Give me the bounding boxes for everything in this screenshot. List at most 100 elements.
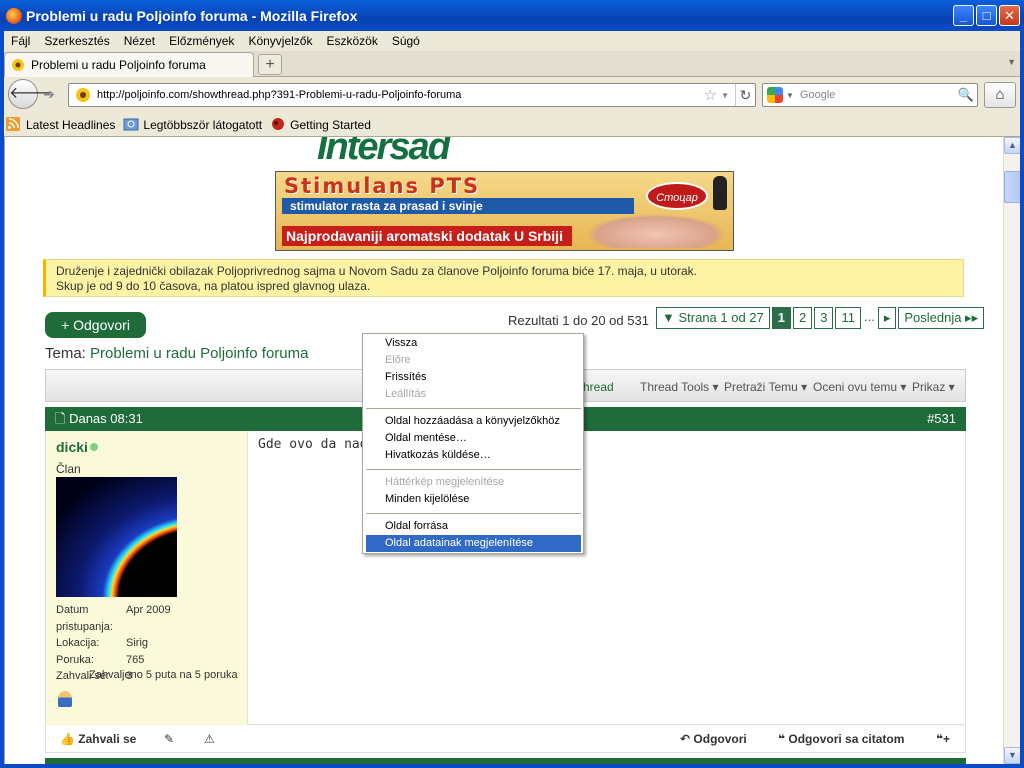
ctx-reload[interactable]: Frissítés	[366, 369, 581, 386]
bookmarks-toolbar: Latest Headlines Legtöbbször látogatott …	[0, 113, 1024, 137]
tab-current[interactable]: Problemi u radu Poljoinfo foruma	[4, 52, 254, 77]
location-value: Sirig	[126, 637, 149, 649]
post-footer: 👍 Zahvali se ✎ ⚠ ↶ Odgovori ❝ Odgovori s…	[45, 725, 966, 753]
bookmark-star-icon[interactable]: ☆	[704, 86, 717, 104]
url-dropdown-icon[interactable]: ▼	[721, 91, 729, 100]
pagination: ▼ Strana 1 od 27 1 2 3 11 ... ▸ Poslednj…	[656, 307, 985, 329]
search-thread-menu[interactable]: Pretraži Temu ▾	[724, 380, 807, 394]
thread-title-link[interactable]: Problemi u radu Poljoinfo foruma	[90, 345, 308, 362]
site-logo[interactable]: Intersad	[317, 137, 537, 169]
search-engine-dropdown-icon[interactable]: ▼	[786, 91, 794, 100]
bookmark-latest-headlines[interactable]: Latest Headlines	[6, 116, 116, 133]
tab-title: Problemi u radu Poljoinfo foruma	[31, 58, 206, 72]
sunflower-icon	[12, 59, 24, 71]
back-button[interactable]: 🡐	[8, 79, 52, 109]
ctx-forward: Előre	[385, 354, 411, 366]
report-warning-icon[interactable]: ⚠	[204, 732, 215, 746]
ctx-bookmark-page[interactable]: Oldal hozzáadása a könyvjelzőkhöz	[366, 413, 581, 430]
next-page-button[interactable]: ▸	[877, 307, 897, 329]
notice-line-2: Skup je od 9 do 10 časova, na platou isp…	[56, 279, 371, 293]
thanked-count: Zahvaljeno 5 puta na 5 poruka	[89, 669, 238, 681]
bookmark-most-visited[interactable]: Legtöbbször látogatott	[123, 117, 262, 133]
scroll-up-icon[interactable]: ▲	[1004, 137, 1021, 154]
page-2[interactable]: 2	[793, 307, 813, 329]
scroll-down-icon[interactable]: ▼	[1004, 747, 1021, 764]
menu-file[interactable]: Fájl	[4, 34, 37, 48]
ctx-select-all[interactable]: Minden kijelölése	[366, 491, 581, 508]
ctx-back[interactable]: Vissza	[366, 335, 581, 352]
home-button[interactable]: ⌂	[984, 82, 1016, 108]
url-bar[interactable]: http://poljoinfo.com/showthread.php?391-…	[68, 83, 756, 107]
firefox-bookmark-icon	[272, 117, 285, 130]
ctx-separator	[366, 408, 581, 409]
reply-quote-button[interactable]: ❝ Odgovori sa citatom	[778, 732, 904, 746]
post-number[interactable]: #531	[927, 407, 956, 431]
post-text: Gde ovo da nadj	[258, 437, 376, 452]
tab-list-icon[interactable]: ▼	[1007, 57, 1016, 67]
bookmark-getting-started[interactable]: Getting Started	[270, 117, 371, 133]
menu-bar: Fájl Szerkesztés Nézet Előzmények Könyvj…	[0, 31, 1024, 51]
title-bar[interactable]: Problemi u radu Poljoinfo foruma - Mozil…	[0, 0, 1024, 31]
multiquote-icon[interactable]: ❝+	[936, 732, 950, 746]
ctx-save-page[interactable]: Oldal mentése…	[366, 430, 581, 447]
menu-history[interactable]: Előzmények	[162, 34, 241, 48]
search-input[interactable]: Google	[800, 89, 955, 101]
menu-view[interactable]: Nézet	[117, 34, 162, 48]
page-jump-dropdown[interactable]: ▼ Strana 1 od 27	[656, 307, 770, 329]
reply-label: Odgovori	[693, 732, 747, 746]
close-button[interactable]: ✕	[999, 5, 1020, 26]
reply-post-button[interactable]: ↶ Odgovori	[680, 732, 747, 746]
page-11[interactable]: 11	[835, 307, 861, 329]
ctx-send-link[interactable]: Hivatkozás küldése…	[366, 447, 581, 464]
maximize-button[interactable]: □	[976, 5, 997, 26]
bookmark-label: Legtöbbször látogatott	[143, 117, 263, 132]
rate-thread-menu[interactable]: Oceni ovu temu ▾	[813, 380, 906, 394]
ctx-view-source[interactable]: Oldal forrása	[366, 518, 581, 535]
new-tab-button[interactable]: +	[258, 54, 282, 75]
display-mode-menu[interactable]: Prikaz ▾	[912, 380, 955, 394]
reply-arrow-icon: ↶	[680, 732, 691, 746]
forum-notice: Druženje i zajednički obilazak Poljopriv…	[43, 259, 964, 297]
username[interactable]: dicki	[56, 439, 88, 455]
reload-icon[interactable]: ↻	[735, 84, 755, 106]
ctx-view-page-info[interactable]: Oldal adatainak megjelenítése	[366, 535, 581, 552]
join-date-value: Apr 2009	[126, 604, 171, 616]
online-status-icon	[90, 443, 98, 451]
search-icon[interactable]: 🔍	[955, 87, 977, 103]
last-page-button[interactable]: Poslednja ▸▸	[898, 307, 985, 329]
firefox-icon	[6, 7, 22, 24]
menu-bookmarks[interactable]: Könyvjelzők	[241, 34, 319, 48]
rss-icon	[6, 116, 20, 131]
menu-edit[interactable]: Szerkesztés	[37, 34, 116, 48]
penguin-icon	[713, 176, 727, 210]
posts-label: Poruka:	[56, 653, 94, 666]
bookmark-label: Getting Started	[290, 117, 371, 132]
post-doc-icon: 🗋	[55, 411, 66, 426]
avatar[interactable]	[56, 477, 177, 597]
reply-quote-label: Odgovori sa citatom	[788, 732, 905, 746]
forward-button[interactable]: ➔	[38, 83, 60, 105]
page-1[interactable]: 1	[771, 307, 791, 329]
thread-menu-partial[interactable]: hread	[583, 380, 614, 394]
scroll-thumb[interactable]	[1004, 171, 1021, 203]
user-info-column: dicki Član Datum pristupanja: Apr 2009 Lo…	[46, 431, 248, 725]
menu-help[interactable]: Súgó	[385, 34, 427, 48]
url-text[interactable]: http://poljoinfo.com/showthread.php?391-…	[97, 89, 704, 101]
reputation-icon[interactable]: ✎	[164, 732, 174, 746]
notice-line-1: Druženje i zajednički obilazak Poljopriv…	[56, 264, 698, 278]
thanks-button[interactable]: 👍 Zahvali se	[60, 732, 136, 746]
google-icon[interactable]	[767, 87, 783, 103]
minimize-button[interactable]: _	[953, 5, 974, 26]
menu-tools[interactable]: Eszközök	[319, 34, 384, 48]
bookmark-label: Latest Headlines	[26, 117, 116, 132]
user-profile-icon[interactable]	[58, 691, 72, 707]
page-3[interactable]: 3	[814, 307, 834, 329]
window-frame-left	[0, 31, 4, 768]
thread-tools-menu[interactable]: Thread Tools ▾	[640, 380, 719, 394]
thread-title: Tema: Problemi u radu Poljoinfo foruma	[45, 345, 308, 362]
search-bar[interactable]: ▼ Google 🔍	[762, 83, 978, 107]
vertical-scrollbar[interactable]: ▲ ▼	[1003, 137, 1021, 764]
ad-banner[interactable]: Stimulans PTS stimulator rasta za prasad…	[275, 171, 734, 251]
reply-button[interactable]: + Odgovori	[45, 312, 146, 338]
user-role: Član	[56, 462, 81, 476]
